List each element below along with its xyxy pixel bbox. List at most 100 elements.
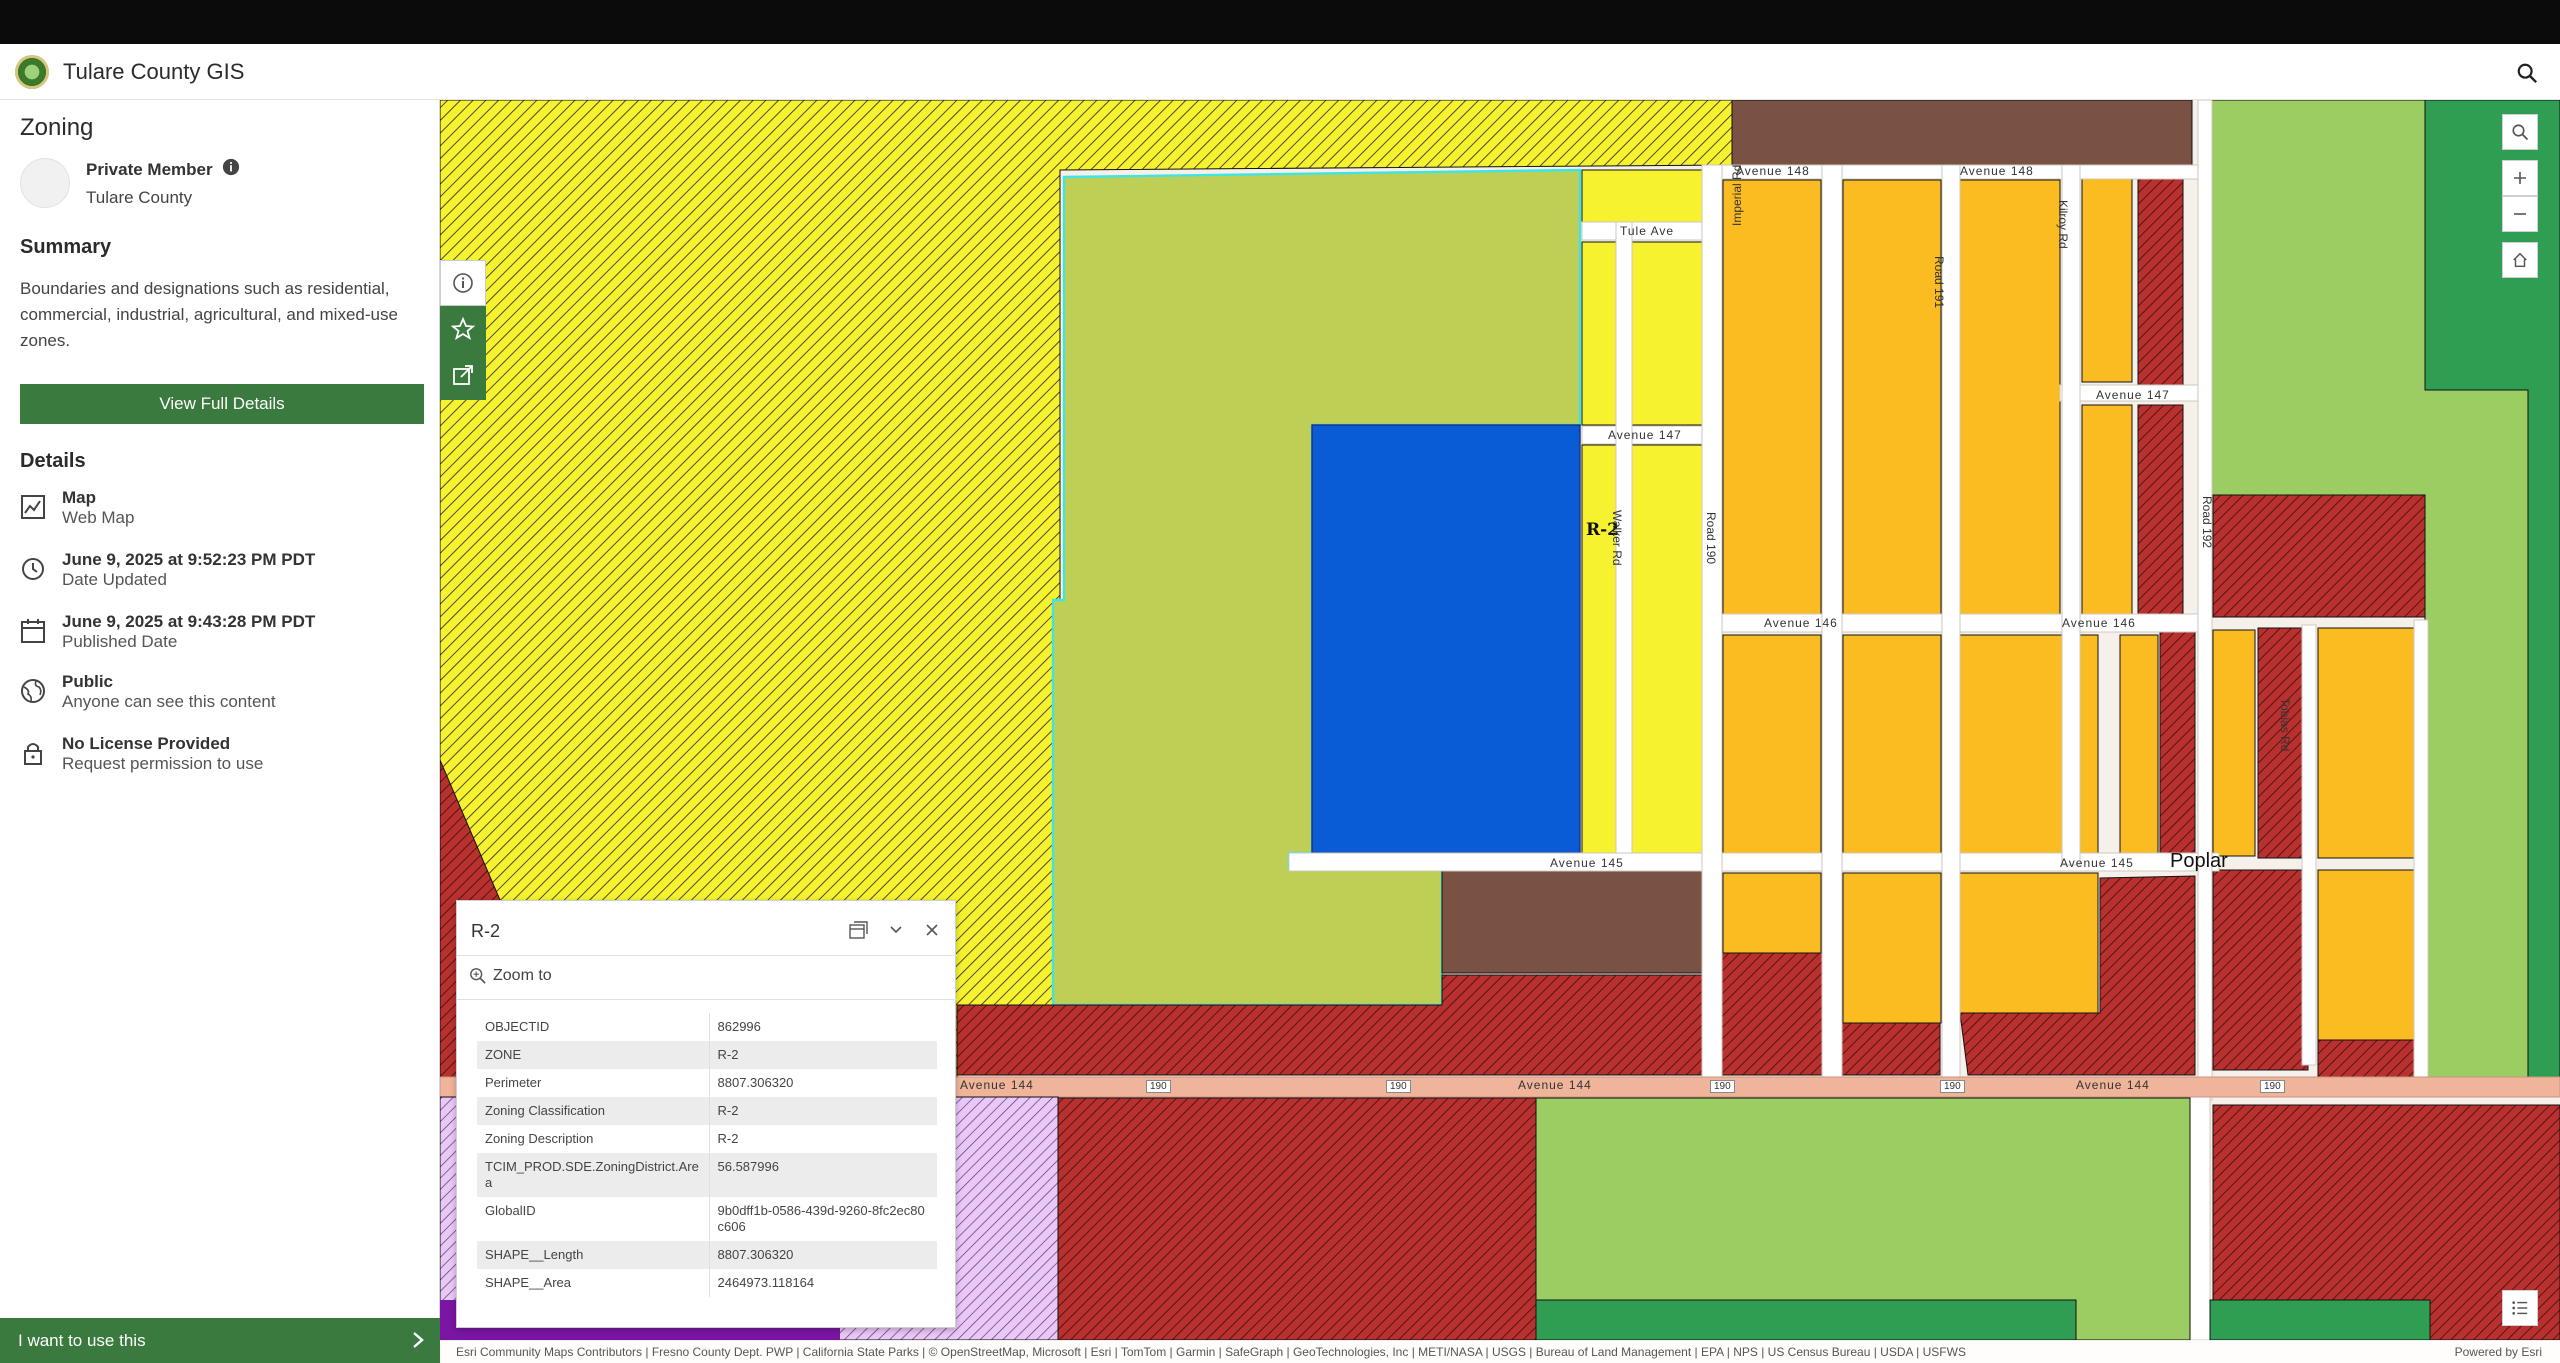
detail-title: No License Provided [62, 734, 231, 753]
detail-subtitle: Anyone can see this content [62, 692, 276, 711]
zone-industrial-top [1731, 100, 2193, 166]
table-row: Zoning Classification R-2 [477, 1097, 937, 1125]
attr-value: 56.587996 [709, 1153, 937, 1197]
table-row: OBJECTID 862996 [477, 1013, 937, 1041]
table-row: TCIM_PROD.SDE.ZoningDistrict.Area 56.5879… [477, 1153, 937, 1197]
highway-shield: 190 [1146, 1080, 1171, 1093]
attr-value: R-2 [717, 1131, 739, 1146]
history-icon [22, 558, 44, 580]
map-search-button[interactable] [2502, 114, 2538, 150]
collapse-icon[interactable] [885, 919, 907, 941]
road-label: Road 191 [1932, 256, 1946, 309]
app-title: Tulare County GIS [63, 58, 245, 84]
owner-org: Tulare County [86, 188, 193, 207]
attr-key: GlobalID [477, 1197, 710, 1241]
attr-value: 2464973.118164 [717, 1275, 815, 1290]
zone-blue-parcel [1311, 424, 1581, 854]
table-row: SHAPE__Area 2464973.118164 [477, 1269, 937, 1297]
detail-title: June 9, 2025 at 9:43:28 PM PDT [62, 612, 316, 631]
road-label: Avenue 146 [1764, 616, 1838, 630]
road-label: Kilroy Rd [2056, 200, 2070, 249]
dock-icon[interactable] [847, 919, 869, 941]
feature-popup: R-2 Zoom to OBJECTID 862996 ZONE R-2 Perim… [456, 900, 957, 1328]
detail-subtitle: Date Updated [62, 570, 167, 589]
attr-key: Zoning Classification [477, 1097, 710, 1125]
road-label: Road 192 [2200, 496, 2214, 549]
favorite-action-button[interactable] [440, 306, 486, 352]
road-label: Road 190 [1704, 512, 1718, 565]
attr-value: 862996 [717, 1019, 761, 1034]
owner-name: Private Member [86, 160, 213, 179]
highway-shield: 190 [1940, 1080, 1965, 1093]
highway-shield: 190 [1710, 1080, 1735, 1093]
home-button[interactable] [2502, 242, 2538, 278]
road-label: Avenue 144 [960, 1078, 1034, 1092]
info-icon [453, 273, 473, 293]
table-row: ZONE R-2 [477, 1041, 937, 1069]
zoom-to-icon [470, 968, 486, 984]
road-label: Walker Rd [1610, 510, 1624, 566]
popup-title: R-2 [471, 921, 501, 941]
road-label: Avenue 144 [2076, 1078, 2150, 1092]
road-label: Avenue 146 [2062, 616, 2136, 630]
road-label: Imperial Rd [1730, 164, 1744, 226]
table-row: SHAPE__Length 8807.306320 [477, 1241, 937, 1269]
road-label: Avenue 145 [2060, 856, 2134, 870]
attr-key: ZONE [477, 1041, 710, 1069]
search-icon [2512, 124, 2529, 141]
star-icon [451, 317, 475, 340]
home-icon [2513, 252, 2527, 268]
attr-value: 8807.306320 [717, 1075, 794, 1090]
info-icon[interactable] [222, 158, 240, 176]
divider [457, 955, 957, 956]
road-label: Tule Ave [1620, 224, 1675, 238]
road-label: Avenue 148 [1960, 164, 2034, 178]
zoom-out-button[interactable] [2502, 196, 2538, 232]
map-attribution: Esri Community Maps Contributors | Fresn… [440, 1340, 2560, 1363]
legend-icon [2512, 1301, 2528, 1315]
attr-key: Zoning Description [477, 1125, 710, 1153]
road-label: Avenue 145 [1550, 856, 1624, 870]
attr-key: Perimeter [477, 1069, 710, 1097]
chevron-right-icon [413, 1332, 424, 1348]
table-row: Zoning Description R-2 [477, 1125, 937, 1153]
road-label: Avenue 148 [1736, 164, 1810, 178]
zoom-to-button[interactable]: Zoom to [469, 963, 552, 989]
zone-industrial-lower [1441, 869, 1703, 974]
search-icon[interactable] [2516, 62, 2538, 84]
detail-subtitle: Request permission to use [62, 754, 264, 773]
attr-key: TCIM_PROD.SDE.ZoningDistrict.Area [477, 1153, 710, 1197]
zoom-to-label: Zoom to [493, 967, 552, 984]
road-label: Avenue 147 [1608, 428, 1682, 442]
close-icon[interactable] [921, 919, 943, 941]
panel-title: Zoning [20, 114, 94, 141]
legend-button[interactable] [2502, 1290, 2538, 1326]
map-icon [21, 495, 45, 519]
attribution-text: Esri Community Maps Contributors | Fresn… [456, 1344, 1966, 1359]
view-full-details-button[interactable]: View Full Details [20, 384, 424, 424]
table-row: GlobalID 9b0dff1b-0586-439d-9260-8fc2ec80… [477, 1197, 937, 1241]
lock-icon [24, 743, 42, 765]
detail-subtitle: Published Date [62, 632, 178, 651]
attr-key: OBJECTID [477, 1013, 710, 1041]
info-action-button[interactable] [440, 260, 486, 306]
detail-item-sharing: Public Anyone can see this content [20, 672, 420, 720]
share-action-button[interactable] [440, 352, 486, 398]
zoom-in-button[interactable] [2502, 160, 2538, 196]
summary-text: Boundaries and designations such as resi… [20, 279, 398, 350]
browser-chrome [0, 0, 2560, 44]
attr-value: R-2 [709, 1097, 937, 1125]
powered-by-esri-link[interactable]: Powered by Esri [2455, 1345, 2542, 1359]
highway-shield: 190 [2260, 1080, 2285, 1093]
attr-key: SHAPE__Area [477, 1269, 710, 1297]
globe-icon [21, 679, 45, 703]
zone-park-green-bottom [1535, 1299, 2077, 1341]
calendar-icon [21, 619, 45, 643]
i-want-label: I want to use this [18, 1330, 146, 1350]
attr-value: 8807.306320 [709, 1241, 937, 1269]
divider [457, 999, 957, 1000]
i-want-to-use-this-button[interactable]: I want to use this [0, 1318, 440, 1363]
summary-heading: Summary [20, 236, 112, 258]
detail-title: Public [62, 672, 114, 691]
app-header: Tulare County GIS [0, 44, 2560, 100]
